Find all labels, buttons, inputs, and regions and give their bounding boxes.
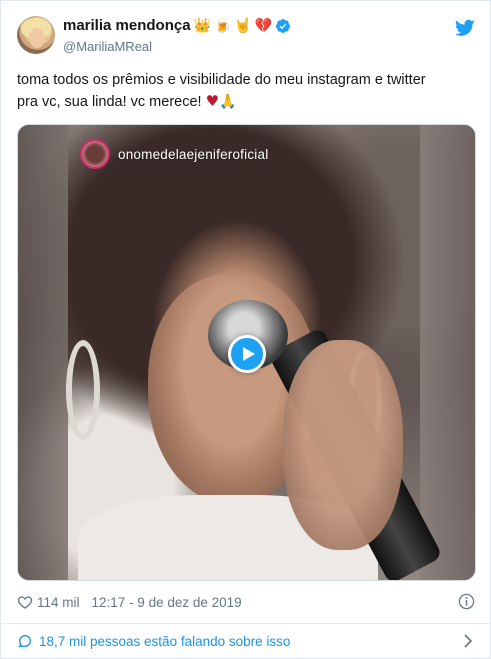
tweet-text-line-2: pra vc, sua linda! vc merece! xyxy=(17,94,202,110)
conversation-link[interactable]: 18,7 mil pessoas estão falando sobre iss… xyxy=(17,631,475,651)
instagram-avatar xyxy=(80,139,110,169)
tweet-card: marilia mendonça 👑 🍺 🤘 💔 @MariliaMReal t… xyxy=(0,0,491,659)
like-count[interactable]: 114 mil xyxy=(37,595,80,610)
avatar-face xyxy=(29,28,45,48)
video-player[interactable]: onomedelaejeniferoficial xyxy=(17,124,476,581)
divider xyxy=(1,623,491,624)
display-name[interactable]: marilia mendonça xyxy=(63,17,191,34)
instagram-story-header: onomedelaejeniferoficial xyxy=(80,139,268,169)
info-icon[interactable] xyxy=(458,593,475,610)
avatar[interactable] xyxy=(17,16,55,54)
tweet-header: marilia mendonça 👑 🍺 🤘 💔 @MariliaMReal xyxy=(17,15,477,59)
play-icon xyxy=(243,347,255,361)
conversation-label: 18,7 mil pessoas estão falando sobre iss… xyxy=(39,633,291,649)
beer-emoji: 🍺 xyxy=(213,17,232,34)
verified-badge-icon xyxy=(276,18,291,33)
crown-emoji: 👑 xyxy=(193,17,211,34)
video-blur-right xyxy=(420,125,475,580)
tweet-text-line-1: toma todos os prêmios e visibilidade do … xyxy=(17,72,426,88)
heart-icon[interactable] xyxy=(17,594,33,610)
rock-hand-emoji: 🤘 xyxy=(234,17,252,34)
timestamp[interactable]: 12:17 - 9 de dez de 2019 xyxy=(92,595,242,610)
tweet-text-line-2-wrap: pra vc, sua linda! vc merece! ♥🙏 xyxy=(17,91,475,113)
singer-hand xyxy=(283,340,403,550)
broken-heart-emoji: 💔 xyxy=(254,17,273,34)
instagram-username: onomedelaejeniferoficial xyxy=(118,146,269,162)
comment-bubble-icon xyxy=(18,634,32,647)
chevron-right-icon xyxy=(464,634,473,648)
praying-hands-emoji: 🙏 xyxy=(219,94,237,110)
twitter-bird-icon[interactable] xyxy=(455,19,475,37)
video-blur-left xyxy=(18,125,68,580)
red-heart-emoji: ♥ xyxy=(205,92,220,110)
author-handle[interactable]: @MariliaMReal xyxy=(63,39,152,54)
author-name-row: marilia mendonça 👑 🍺 🤘 💔 xyxy=(63,17,291,34)
tweet-meta: 114 mil 12:17 - 9 de dez de 2019 xyxy=(17,591,475,613)
play-button[interactable] xyxy=(228,335,266,373)
tweet-text: toma todos os prêmios e visibilidade do … xyxy=(17,70,475,113)
earring-left xyxy=(66,340,100,440)
